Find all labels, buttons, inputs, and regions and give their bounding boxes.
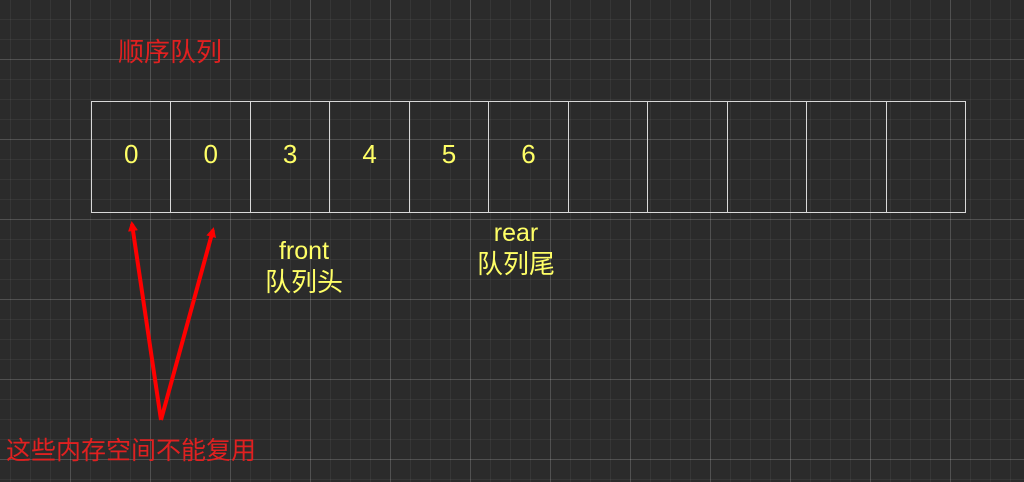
arrow-to-cell-1 [159, 227, 216, 421]
unreusable-space-arrows [128, 221, 216, 421]
diagram-canvas: 顺序队列 0 0 3 4 5 6 front 队列头 rear 队列尾 这些内存… [0, 0, 1024, 482]
arrow-to-cell-0 [128, 221, 163, 421]
unreusable-memory-note: 这些内存空间不能复用 [6, 436, 257, 465]
